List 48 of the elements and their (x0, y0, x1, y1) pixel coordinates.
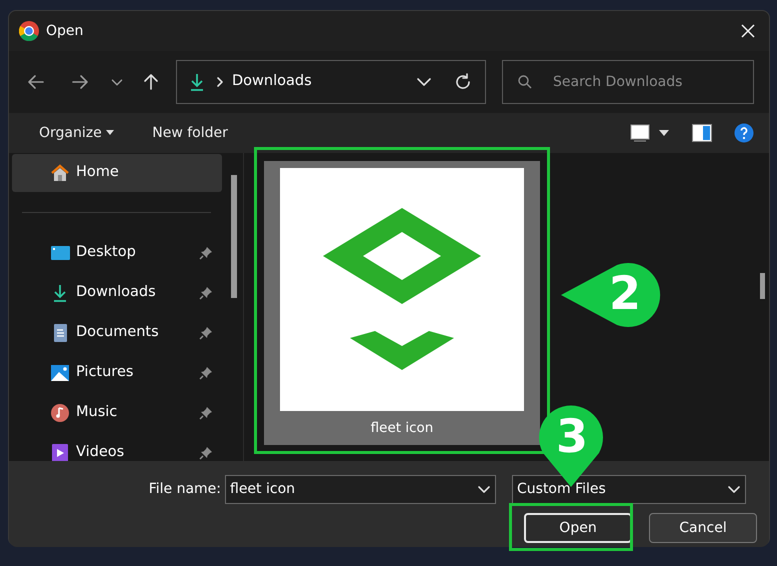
file-type-dropdown[interactable]: Custom Files (512, 475, 746, 504)
step-number: 3 (556, 413, 588, 459)
new-folder-button[interactable]: New folder (144, 118, 236, 148)
left-arrow-icon (26, 72, 46, 92)
scrollbar-thumb[interactable] (760, 273, 765, 299)
view-options-button[interactable] (658, 129, 670, 137)
preview-pane-button[interactable] (690, 123, 712, 143)
sidebar-item[interactable]: Documents (12, 313, 222, 353)
pin-icon (198, 246, 212, 260)
pin-icon (198, 446, 212, 460)
open-button[interactable]: Open (524, 513, 632, 543)
scrollbar-thumb[interactable] (231, 175, 237, 298)
path-segment[interactable]: Downloads (232, 71, 312, 93)
close-button[interactable] (740, 23, 756, 39)
house-icon (50, 163, 70, 183)
sidebar-item[interactable]: Downloads (12, 273, 222, 313)
chevron-down-icon (477, 484, 491, 494)
music-note-icon (50, 403, 70, 423)
cancel-button[interactable]: Cancel (649, 513, 757, 543)
sidebar-item[interactable]: Music (12, 393, 222, 433)
file-tile[interactable]: fleet icon (264, 161, 540, 445)
chevron-down-icon (727, 484, 741, 494)
caret-icon (105, 130, 116, 136)
step-number: 2 (609, 270, 642, 316)
file-name-field[interactable]: fleet icon (225, 475, 496, 504)
sidebar-item[interactable]: Videos (12, 433, 222, 461)
right-arrow-icon (70, 72, 90, 92)
pin-icon (198, 286, 212, 300)
search-icon (517, 74, 533, 90)
refresh-button[interactable] (453, 72, 473, 92)
chevron-icon (215, 76, 225, 88)
window-title: Open (46, 22, 84, 40)
sidebar-item[interactable]: Pictures (12, 353, 222, 393)
sidebar-item[interactable]: Desktop (12, 233, 222, 273)
sidebar-item[interactable]: Home (12, 154, 222, 192)
pin-icon (198, 406, 212, 420)
pin-icon (198, 326, 212, 340)
download-icon (189, 72, 205, 92)
view-button[interactable] (628, 123, 650, 143)
help-button[interactable] (734, 123, 754, 143)
search-field[interactable]: Search Downloads (502, 60, 754, 104)
film-icon (50, 443, 70, 461)
file-name-label: File name: (148, 480, 222, 499)
browser-logo-icon (19, 21, 39, 41)
organize-menu-button[interactable]: Organize (31, 118, 124, 148)
monitor-icon (50, 243, 70, 263)
image-icon (50, 363, 70, 383)
pin-icon (198, 366, 212, 380)
